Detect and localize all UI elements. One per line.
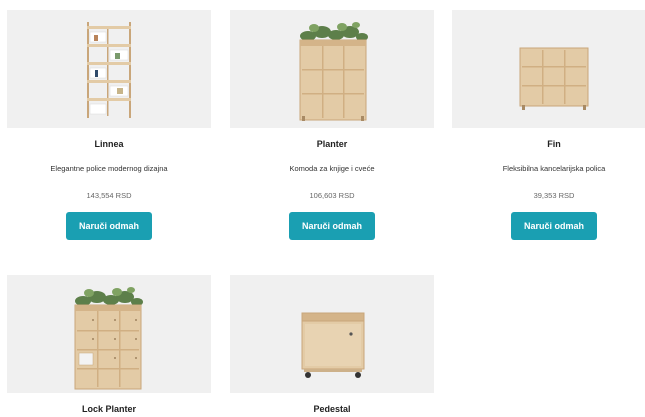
product-card-fin[interactable]: Fin Fleksibilna kancelarijska polica 39,… [452,10,645,240]
product-price: 39,353 RSD [533,191,575,200]
product-price: 143,554 RSD [86,191,132,200]
product-image-pedestal[interactable] [230,275,434,393]
product-name[interactable]: Lock Planter [7,404,211,416]
planter-shelf-icon [299,22,368,121]
product-card-pedestal[interactable]: Pedestal [230,275,434,416]
product-image-fin[interactable] [452,10,645,128]
bookshelf-icon [87,22,131,118]
product-name[interactable]: Planter [230,139,434,151]
product-image-linnea[interactable] [7,10,211,128]
product-description: Elegantne police modernog dizajna [50,164,168,173]
product-image-planter[interactable] [230,10,434,128]
order-now-button[interactable]: Naruči odmah [511,212,597,240]
product-description: Fleksibilna kancelarijska polica [502,164,606,173]
product-name[interactable]: Pedestal [230,404,434,416]
product-card-planter[interactable]: Planter Komoda za knjige i cveće 106,603… [230,10,434,240]
cube-shelf-icon [519,47,589,110]
product-card-linnea[interactable]: Linnea Elegantne police modernog dizajna… [7,10,211,240]
order-now-button[interactable]: Naruči odmah [66,212,152,240]
locker-planter-icon [74,287,143,390]
product-price: 106,603 RSD [309,191,355,200]
product-name[interactable]: Fin [452,139,645,151]
pedestal-cabinet-icon [301,312,365,378]
order-now-button[interactable]: Naruči odmah [289,212,375,240]
product-name[interactable]: Linnea [7,139,211,151]
product-description: Komoda za knjige i cveće [289,164,375,173]
product-card-lock-planter[interactable]: Lock Planter [7,275,211,416]
product-image-lock-planter[interactable] [7,275,211,393]
